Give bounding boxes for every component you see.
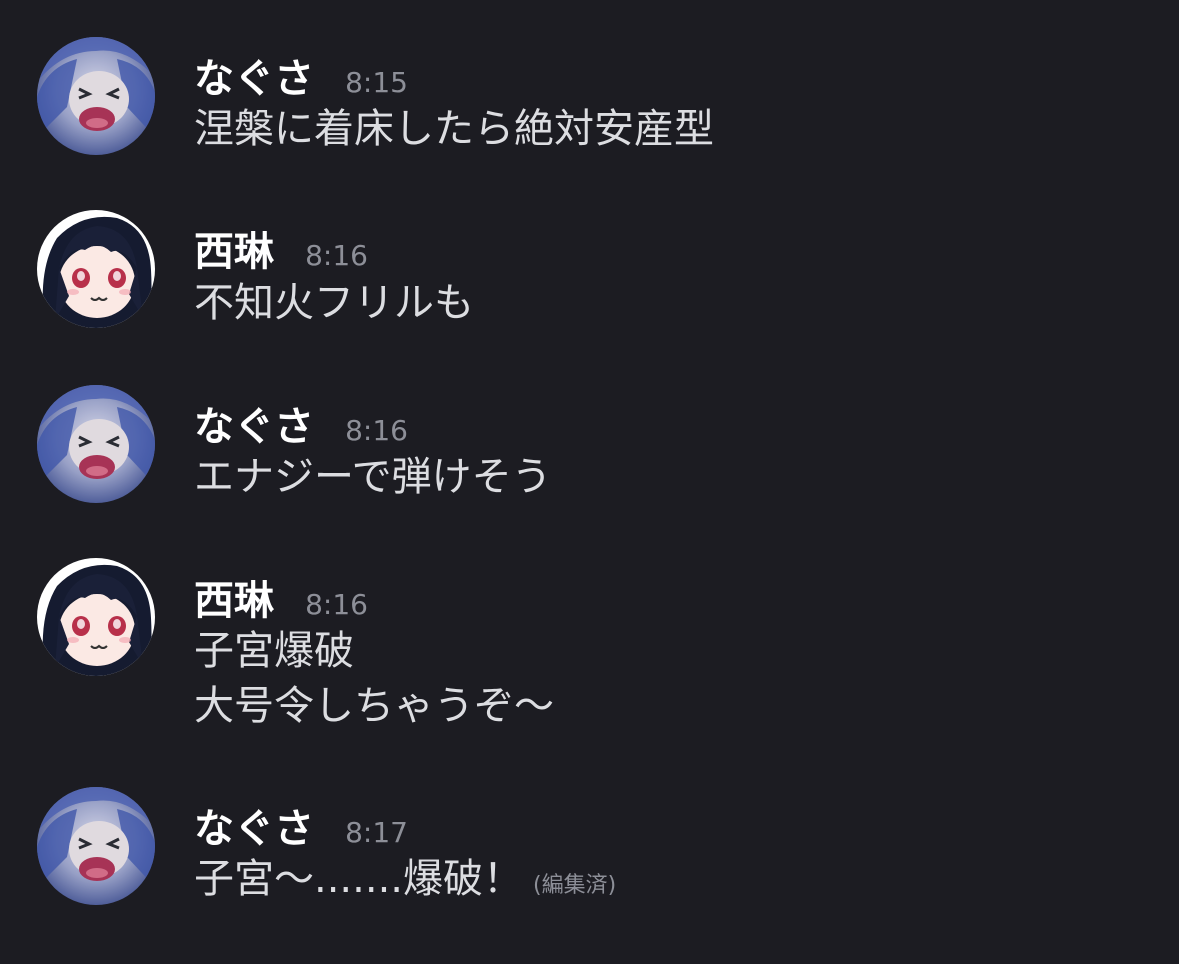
- message-text: 不知火フリルも: [194, 280, 474, 326]
- timestamp: 8:16: [305, 588, 368, 621]
- message-content: 子宮〜.......爆破！ (編集済): [194, 852, 616, 913]
- nagusa-avatar-image: [37, 37, 155, 155]
- avatar[interactable]: [37, 385, 155, 503]
- message-header: なぐさ 8:15: [194, 46, 408, 104]
- message-header: なぐさ 8:17: [194, 796, 408, 854]
- message-text: 涅槃に着床したら絶対安産型: [194, 106, 714, 152]
- message-header: 西琳 8:16: [194, 219, 368, 277]
- message-text: 大号令しちゃうぞ〜: [194, 683, 554, 729]
- message-content: 涅槃に着床したら絶対安産型: [194, 102, 714, 157]
- username[interactable]: なぐさ: [194, 56, 314, 102]
- nagusa-avatar-image: [37, 385, 155, 503]
- edited-label: (編集済): [533, 873, 617, 898]
- username[interactable]: 西琳: [194, 229, 274, 275]
- xilin-avatar-image: [37, 210, 155, 328]
- timestamp: 8:15: [345, 66, 408, 99]
- xilin-avatar-image: [37, 558, 155, 676]
- avatar[interactable]: [37, 37, 155, 155]
- username[interactable]: なぐさ: [194, 806, 314, 852]
- username[interactable]: 西琳: [194, 578, 274, 624]
- message-header: 西琳 8:16: [194, 568, 368, 626]
- message-header: なぐさ 8:16: [194, 394, 408, 452]
- timestamp: 8:16: [305, 239, 368, 272]
- avatar[interactable]: [37, 210, 155, 328]
- message-content: 不知火フリルも: [194, 276, 474, 331]
- message-text: エナジーで弾けそう: [194, 454, 552, 500]
- message-text: 子宮〜.......爆破！: [194, 856, 524, 902]
- username[interactable]: なぐさ: [194, 404, 314, 450]
- message-content: エナジーで弾けそう: [194, 450, 552, 505]
- nagusa-avatar-image: [37, 787, 155, 905]
- message-content: 子宮爆破 大号令しちゃうぞ〜: [194, 624, 554, 734]
- timestamp: 8:16: [345, 414, 408, 447]
- avatar[interactable]: [37, 787, 155, 905]
- avatar[interactable]: [37, 558, 155, 676]
- timestamp: 8:17: [345, 816, 408, 849]
- message-text: 子宮爆破: [194, 628, 354, 674]
